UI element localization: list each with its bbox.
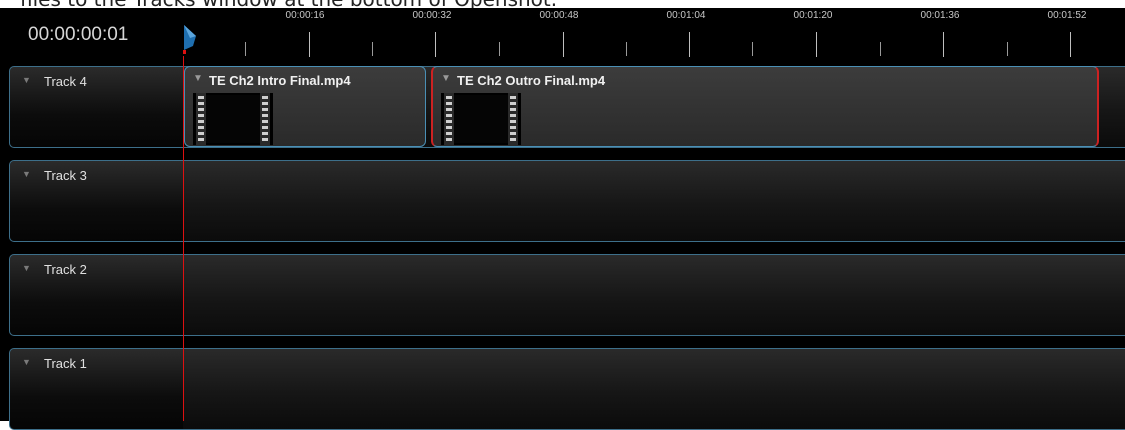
ruler-label: 00:01:04 — [666, 10, 706, 21]
film-strip-icon — [193, 93, 273, 145]
collapse-arrow-icon[interactable]: ▼ — [22, 169, 31, 179]
clip-title: TE Ch2 Outro Final.mp4 — [457, 73, 606, 88]
ruler-label: 00:00:16 — [285, 10, 325, 21]
ruler-label: 00:00:32 — [412, 10, 452, 21]
playhead-line[interactable] — [183, 56, 184, 421]
track-label: Track 4 — [44, 74, 87, 89]
collapse-arrow-icon[interactable]: ▼ — [22, 357, 31, 367]
ruler-tick-major — [563, 32, 564, 57]
ruler-tick-major — [435, 32, 436, 57]
track-header[interactable]: ▼ Track 4 — [10, 67, 183, 147]
track-header[interactable]: ▼ Track 1 — [10, 349, 183, 429]
timeline-ruler[interactable]: 00:00:00:01 00:00:16 00:00:32 00:00:48 0… — [0, 8, 1125, 63]
ruler-tick-major — [816, 32, 817, 57]
ruler-ticks[interactable]: 00:00:16 00:00:32 00:00:48 00:01:04 00:0… — [183, 8, 1125, 63]
track-row[interactable]: ▼ Track 1 — [9, 348, 1125, 430]
film-strip-icon — [441, 93, 521, 145]
ruler-tick-minor — [752, 42, 753, 56]
track-header[interactable]: ▼ Track 2 — [10, 255, 183, 335]
current-timecode: 00:00:00:01 — [28, 24, 129, 45]
ruler-tick-major — [943, 32, 944, 57]
ruler-label: 00:01:36 — [920, 10, 960, 21]
track-header[interactable]: ▼ Track 3 — [10, 161, 183, 241]
track-label: Track 1 — [44, 356, 87, 371]
ruler-label: 00:01:52 — [1047, 10, 1087, 21]
ruler-tick-minor — [499, 42, 500, 56]
track-row[interactable]: ▼ Track 3 — [9, 160, 1125, 242]
ruler-tick-minor — [245, 42, 246, 56]
collapse-arrow-icon[interactable]: ▼ — [22, 263, 31, 273]
ruler-tick-minor — [626, 42, 627, 56]
collapse-arrow-icon[interactable]: ▼ — [441, 73, 451, 84]
collapse-arrow-icon[interactable]: ▼ — [193, 73, 203, 84]
ruler-tick-major — [309, 32, 310, 57]
clip-title: TE Ch2 Intro Final.mp4 — [209, 73, 351, 88]
track-row: ▼ Track 4 ▼ TE Ch2 Intro Final.mp4 ▼ TE … — [9, 66, 1125, 148]
clip-outro[interactable]: ▼ TE Ch2 Outro Final.mp4 — [431, 66, 1099, 147]
ruler-tick-major — [689, 32, 690, 57]
track-row[interactable]: ▼ Track 2 — [9, 254, 1125, 336]
clip-intro[interactable]: ▼ TE Ch2 Intro Final.mp4 — [184, 66, 426, 147]
ruler-tick-major — [1070, 32, 1071, 57]
ruler-label: 00:01:20 — [793, 10, 833, 21]
playhead-marker-icon[interactable] — [183, 24, 199, 54]
track-label: Track 3 — [44, 168, 87, 183]
ruler-tick-minor — [1007, 42, 1008, 56]
ruler-label: 00:00:48 — [539, 10, 579, 21]
track-label: Track 2 — [44, 262, 87, 277]
collapse-arrow-icon[interactable]: ▼ — [22, 75, 31, 85]
ruler-tick-minor — [372, 42, 373, 56]
timeline-panel: 00:00:00:01 00:00:16 00:00:32 00:00:48 0… — [0, 8, 1125, 430]
ruler-tick-minor — [880, 42, 881, 56]
